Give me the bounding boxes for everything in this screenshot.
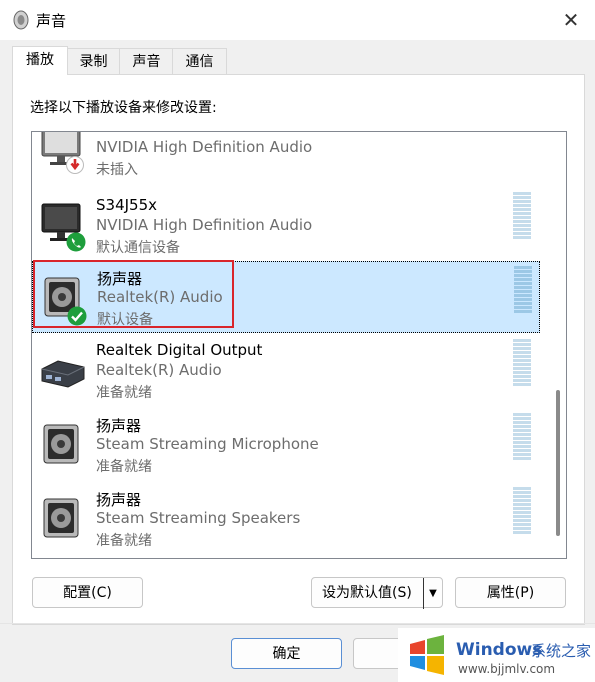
device-description: Realtek(R) Audio [97,288,223,306]
scrollbar-thumb[interactable] [556,390,560,536]
green-check-icon [67,306,87,326]
device-name: S34J55x [96,196,157,214]
device-status: 默认通信设备 [96,240,180,256]
device-description: Steam Streaming Speakers [96,509,301,527]
watermark-brand-cn: 系统之家 [531,642,592,660]
device-name: 扬声器 [97,270,143,288]
device-item[interactable]: 扬声器 Steam Streaming Microphone 准备就绪 [32,409,540,481]
volume-meter [514,266,532,314]
device-name: Realtek Digital Output [96,341,263,359]
volume-meter [513,487,531,535]
windows-logo-icon [410,635,444,675]
device-item[interactable]: Realtek Digital Output Realtek(R) Audio … [32,335,540,407]
device-item-selected[interactable]: 扬声器 Realtek(R) Audio 默认设备 [32,261,540,333]
device-description: Realtek(R) Audio [96,361,222,379]
unplugged-arrow-icon [66,156,84,174]
volume-meter [513,192,531,240]
tab-sounds[interactable]: 声音 [119,48,174,75]
watermark-brand: Windows [456,640,543,660]
device-description: Steam Streaming Microphone [96,435,319,453]
window-title: 声音 [36,12,67,30]
device-item[interactable]: 扬声器 Steam Streaming Speakers 准备就绪 [32,483,540,555]
speaker-app-icon [13,10,29,30]
device-description: NVIDIA High Definition Audio [96,216,313,234]
properties-button[interactable]: 属性(P) [455,577,566,608]
device-name: 扬声器 [96,417,142,435]
list-scrollbar[interactable] [550,132,566,558]
speaker-icon [43,424,79,464]
tab-playback[interactable]: 播放 [12,46,68,75]
watermark: Windows 系统之家 www.bjjmlv.com [398,628,595,682]
volume-meter [513,413,531,461]
device-item[interactable]: NVIDIA High Definition Audio 未插入 [32,132,540,184]
ok-button[interactable]: 确定 [231,638,342,669]
configure-button[interactable]: 配置(C) [32,577,143,608]
title-bar: 声音 ✕ [0,0,595,40]
tab-communications[interactable]: 通信 [172,48,227,75]
digital-output-icon [41,360,85,388]
playback-panel: 选择以下播放设备来修改设置: NVIDIA High Definition Au… [12,74,585,625]
close-button[interactable]: ✕ [559,8,583,32]
footer-divider [0,623,595,624]
device-item[interactable]: S34J55x NVIDIA High Definition Audio 默认通… [32,188,540,260]
device-status: 准备就绪 [96,459,152,475]
device-status: 准备就绪 [96,385,152,401]
device-description: NVIDIA High Definition Audio [96,138,313,156]
set-default-label: 设为默认值(S) [322,585,412,601]
watermark-url: www.bjjmlv.com [458,662,556,676]
instruction-text: 选择以下播放设备来修改设置: [30,100,217,116]
device-name: 扬声器 [96,491,142,509]
speaker-icon [43,498,79,538]
set-default-button[interactable]: 设为默认值(S) ▼ [311,577,443,609]
volume-meter [513,339,531,387]
tab-recording[interactable]: 录制 [66,48,121,75]
device-status: 准备就绪 [96,533,152,549]
device-list[interactable]: NVIDIA High Definition Audio 未插入 S34J55x… [31,131,567,559]
device-status: 未插入 [96,162,138,178]
device-status: 默认设备 [97,312,153,328]
phone-check-icon [66,232,86,252]
chevron-down-icon[interactable]: ▼ [423,578,442,609]
